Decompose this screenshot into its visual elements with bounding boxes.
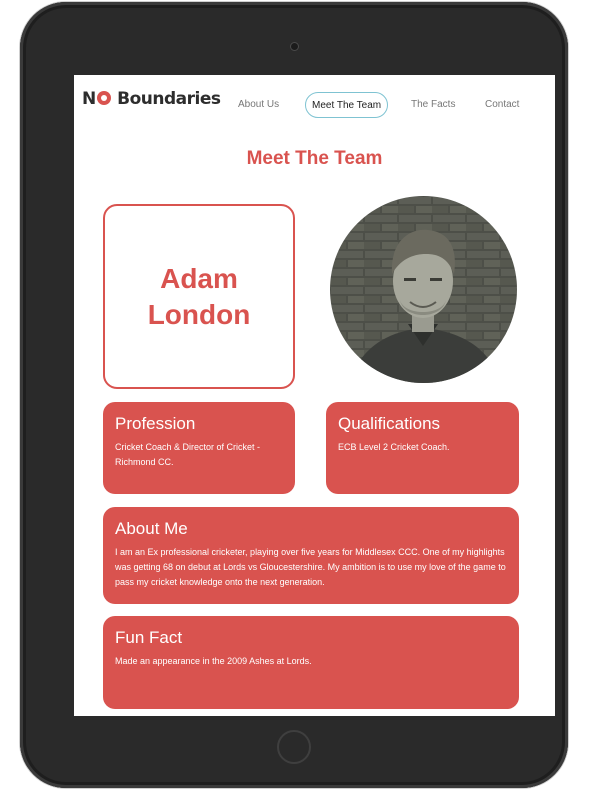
profession-body: Cricket Coach & Director of Cricket - Ri… — [115, 442, 261, 467]
fun-fact-body: Made an appearance in the 2009 Ashes at … — [115, 656, 312, 666]
about-me-body: I am an Ex professional cricketer, playi… — [115, 547, 506, 587]
logo-text-left: N — [82, 89, 96, 109]
page-title: Meet The Team — [246, 148, 383, 169]
nav-meet-the-team[interactable]: Meet The Team — [305, 92, 388, 118]
qualifications-heading: Qualifications — [338, 414, 441, 433]
profile-photo — [330, 196, 517, 383]
nav-contact[interactable]: Contact — [485, 92, 519, 118]
qualifications-card: Qualifications ECB Level 2 Cricket Coach… — [326, 402, 519, 494]
about-me-heading: About Me — [115, 519, 188, 538]
screen: N Boundaries About Us Meet The Team The … — [74, 75, 555, 716]
qualifications-body: ECB Level 2 Cricket Coach. — [338, 442, 450, 452]
fun-fact-heading: Fun Fact — [115, 628, 183, 647]
about-me-card: About Me I am an Ex professional cricket… — [103, 507, 519, 604]
nav-the-facts[interactable]: The Facts — [411, 92, 455, 118]
profession-heading: Profession — [115, 414, 196, 433]
portrait-image — [330, 196, 517, 383]
name-card: Adam London — [103, 204, 295, 389]
profile-name: Adam London — [147, 262, 251, 330]
navbar: N Boundaries About Us Meet The Team The … — [74, 75, 555, 133]
fun-fact-card: Fun Fact Made an appearance in the 2009 … — [103, 616, 519, 709]
logo-ball-icon — [96, 91, 111, 105]
nav-about-us[interactable]: About Us — [238, 92, 279, 118]
logo[interactable]: N Boundaries — [82, 89, 221, 109]
camera-icon — [290, 42, 299, 51]
profession-card: Profession Cricket Coach & Director of C… — [103, 402, 295, 494]
home-button[interactable] — [277, 730, 311, 764]
logo-text-right: Boundaries — [117, 89, 221, 109]
tablet-frame: N Boundaries About Us Meet The Team The … — [20, 2, 568, 788]
